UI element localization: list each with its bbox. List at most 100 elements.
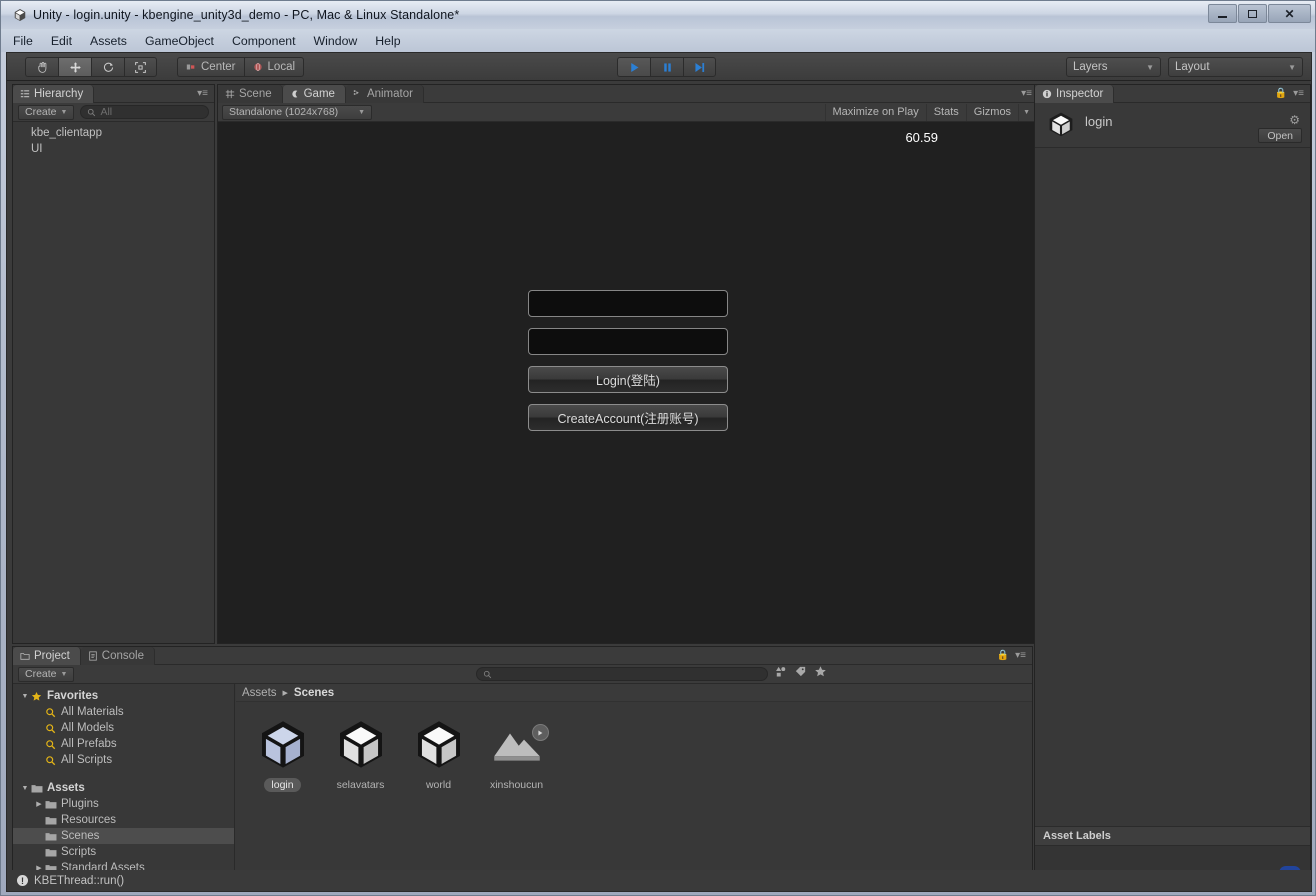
globe-icon: [253, 62, 262, 72]
tab-hierarchy[interactable]: Hierarchy: [13, 85, 95, 103]
tree-item-all-materials[interactable]: All Materials: [13, 704, 234, 720]
rotate-tool-button[interactable]: [91, 57, 124, 77]
layout-label: Layout: [1175, 61, 1210, 73]
hierarchy-list: kbe_clientapp UI: [13, 122, 214, 643]
tab-project[interactable]: Project: [13, 647, 81, 665]
tree-item-assets[interactable]: ▼ Assets: [13, 780, 234, 796]
hierarchy-item-ui[interactable]: UI: [13, 141, 214, 157]
chevron-down-icon: ▼: [358, 108, 365, 116]
gear-icon[interactable]: ⚙: [1289, 113, 1300, 127]
tree-item-label: Plugins: [61, 798, 99, 810]
tree-item-scripts[interactable]: Scripts: [13, 844, 234, 860]
asset-item-world[interactable]: world: [406, 716, 471, 792]
move-tool-button[interactable]: [58, 57, 91, 77]
gizmos-dropdown[interactable]: ▼: [1018, 103, 1034, 121]
tree-item-resources[interactable]: Resources: [13, 812, 234, 828]
info-icon: [1042, 89, 1052, 99]
pause-button[interactable]: [650, 57, 683, 77]
disclosure-triangle-icon[interactable]: ▶: [33, 800, 45, 808]
tab-scene[interactable]: Scene: [218, 85, 283, 103]
tree-item-label: All Materials: [61, 706, 124, 718]
tree-item-label: Resources: [61, 814, 116, 826]
tree-item-all-models[interactable]: All Models: [13, 720, 234, 736]
project-contents: Assets ▶ Scenes login selavatars world xins…: [236, 684, 1032, 891]
tree-item-favorites[interactable]: ▼ Favorites: [13, 688, 234, 704]
tree-item-plugins[interactable]: ▶ Plugins: [13, 796, 234, 812]
disclosure-triangle-icon[interactable]: ▼: [19, 785, 31, 792]
layers-dropdown[interactable]: Layers ▼: [1066, 57, 1161, 77]
inspector-header: login ⚙ Open: [1035, 103, 1310, 148]
layout-dropdown[interactable]: Layout ▼: [1168, 57, 1303, 77]
status-bar[interactable]: ! KBEThread::run(): [6, 870, 1312, 892]
label-filter-icon[interactable]: [794, 665, 807, 683]
lock-icon[interactable]: 🔒: [1275, 88, 1287, 99]
menu-component[interactable]: Component: [232, 34, 296, 48]
play-button[interactable]: [617, 57, 650, 77]
tree-item-label: All Scripts: [61, 754, 113, 766]
menu-help[interactable]: Help: [375, 34, 400, 48]
menu-file[interactable]: File: [13, 34, 33, 48]
menu-edit[interactable]: Edit: [51, 34, 72, 48]
create-account-button[interactable]: CreateAccount(注册账号): [528, 404, 728, 431]
open-button[interactable]: Open: [1258, 128, 1302, 143]
step-button[interactable]: [683, 57, 716, 77]
handle-rotation-button[interactable]: Local: [243, 57, 305, 77]
hierarchy-create-button[interactable]: Create ▼: [18, 104, 75, 120]
project-tree[interactable]: ▼ Favorites All Materials All Models All Pre…: [13, 684, 235, 891]
tab-game[interactable]: Game: [282, 85, 346, 103]
username-input[interactable]: [528, 290, 728, 317]
favorites-filter-icon[interactable]: [814, 665, 827, 683]
tab-console[interactable]: Console: [80, 647, 155, 665]
menu-bar: File Edit Assets GameObject Component Wi…: [1, 29, 1315, 52]
type-filter-icon[interactable]: [774, 665, 787, 683]
tab-inspector-label: Inspector: [1056, 88, 1104, 100]
game-view[interactable]: 60.59 Login(登陆) CreateAccount(注册账号): [218, 122, 1038, 643]
hierarchy-item-kbe-clientapp[interactable]: kbe_clientapp: [13, 125, 214, 141]
asset-item-selavatars[interactable]: selavatars: [328, 716, 393, 792]
breadcrumb-assets[interactable]: Assets: [242, 687, 277, 699]
login-button[interactable]: Login(登陆): [528, 366, 728, 393]
asset-item-xinshoucun[interactable]: xinshoucun: [484, 716, 549, 792]
menu-window[interactable]: Window: [314, 34, 358, 48]
disclosure-triangle-icon[interactable]: ▼: [19, 693, 31, 700]
project-create-button[interactable]: Create ▼: [18, 666, 75, 682]
lock-icon[interactable]: 🔒: [997, 650, 1009, 661]
password-input[interactable]: [528, 328, 728, 355]
layers-label: Layers: [1073, 61, 1108, 73]
menu-gameobject[interactable]: GameObject: [145, 34, 214, 48]
hand-tool-button[interactable]: [25, 57, 58, 77]
maximize-on-play-button[interactable]: Maximize on Play: [824, 103, 926, 121]
preview-play-icon[interactable]: [531, 724, 549, 741]
tab-inspector[interactable]: Inspector: [1035, 85, 1115, 103]
close-button[interactable]: ✕: [1268, 4, 1311, 23]
tab-game-label: Game: [303, 88, 335, 100]
maximize-button[interactable]: [1238, 4, 1267, 23]
inspector-menu-icon[interactable]: ▾≡: [1293, 88, 1304, 99]
pivot-mode-button[interactable]: Center: [177, 57, 244, 77]
project-menu-icon[interactable]: ▾≡: [1015, 650, 1026, 661]
breadcrumb-scenes[interactable]: Scenes: [294, 687, 334, 699]
asset-item-login[interactable]: login: [250, 716, 315, 792]
hierarchy-search-input[interactable]: All: [80, 105, 209, 119]
hierarchy-menu-icon[interactable]: ▾≡: [197, 88, 208, 99]
resolution-dropdown[interactable]: Standalone (1024x768) ▼: [222, 104, 372, 120]
stats-button[interactable]: Stats: [925, 103, 966, 121]
project-search-input[interactable]: [476, 667, 769, 681]
minimize-button[interactable]: [1208, 4, 1237, 23]
console-icon: [89, 651, 97, 661]
game-icon: [291, 90, 297, 98]
asset-item-label: selavatars: [336, 779, 385, 791]
tree-item-scenes[interactable]: Scenes: [13, 828, 234, 844]
tree-item-all-scripts[interactable]: All Scripts: [13, 752, 234, 768]
unity-scene-icon: [409, 716, 469, 772]
menu-assets[interactable]: Assets: [90, 34, 127, 48]
center-menu-icon[interactable]: ▾≡: [1021, 88, 1032, 99]
gizmos-button[interactable]: Gizmos: [965, 103, 1018, 121]
project-filter-icons: [774, 665, 831, 683]
window-title: Unity - login.unity - kbengine_unity3d_d…: [33, 8, 460, 22]
tree-item-all-prefabs[interactable]: All Prefabs: [13, 736, 234, 752]
tab-animator[interactable]: Animator: [345, 85, 424, 103]
scale-tool-button[interactable]: [124, 57, 157, 77]
tab-project-label: Project: [34, 650, 70, 662]
